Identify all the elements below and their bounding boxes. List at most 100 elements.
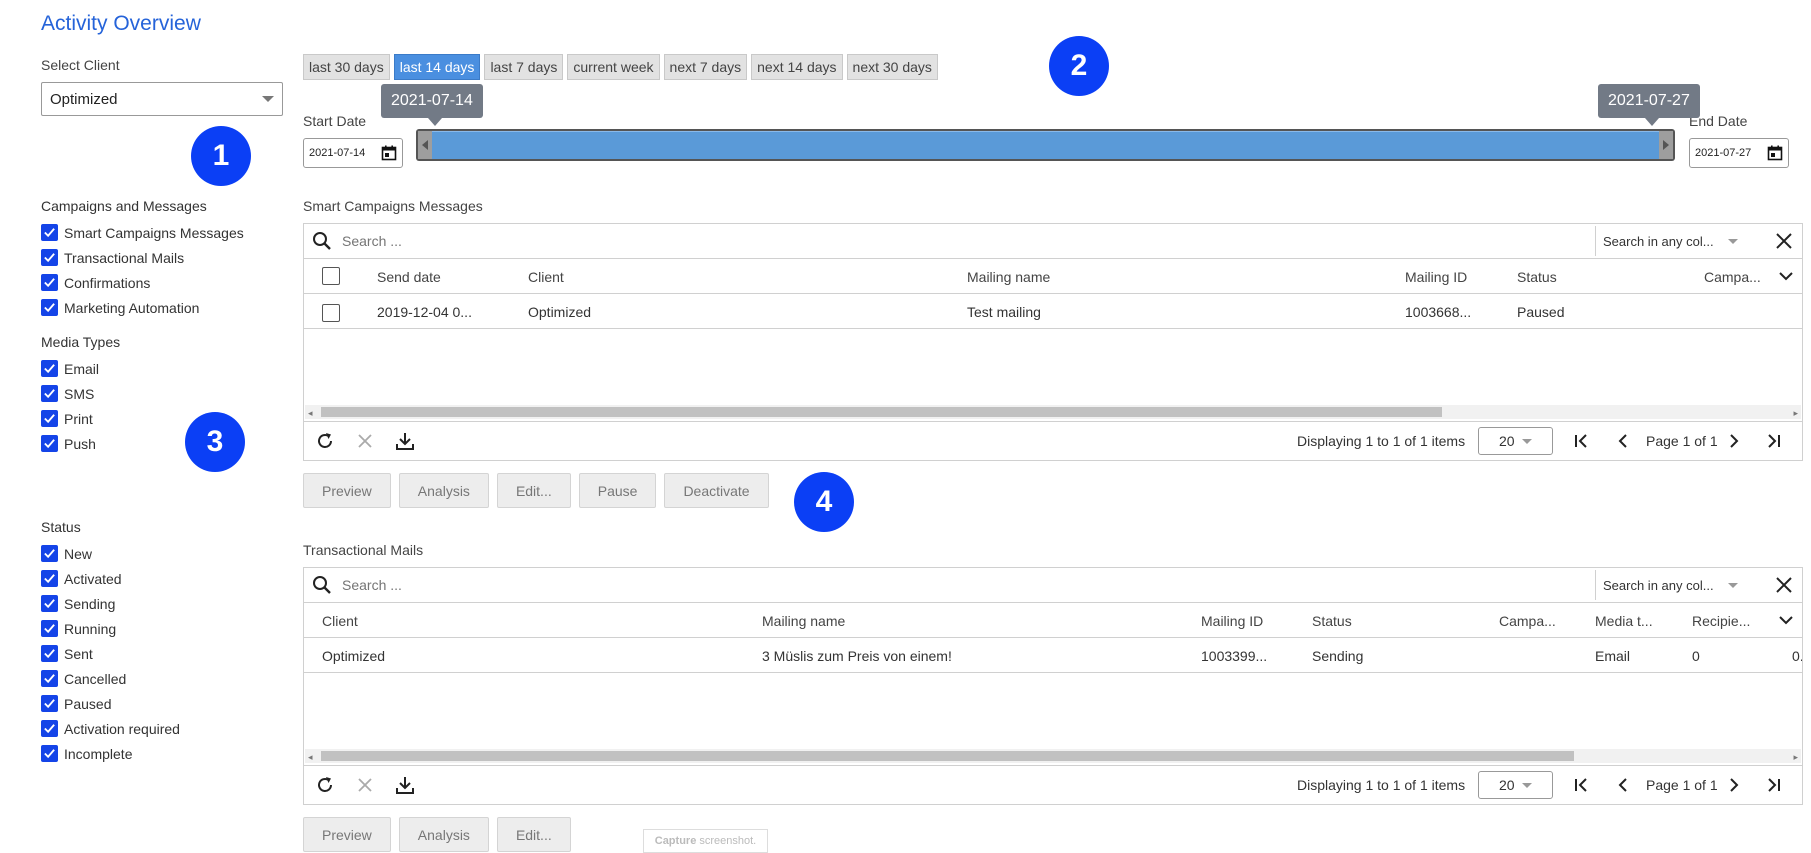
search-scope-select[interactable]: Search in any col... <box>1595 226 1760 256</box>
preview-button[interactable]: Preview <box>303 473 391 508</box>
checkbox-status-activation-required[interactable]: Activation required <box>41 716 180 741</box>
checkbox-status-incomplete[interactable]: Incomplete <box>41 741 180 766</box>
column-header[interactable]: Mailing ID <box>1405 269 1467 285</box>
range-current-week[interactable]: current week <box>567 54 660 80</box>
column-header[interactable]: Campa... <box>1499 613 1556 629</box>
analysis-button[interactable]: Analysis <box>398 473 489 508</box>
clear-icon[interactable] <box>354 430 376 452</box>
checkbox-status-cancelled[interactable]: Cancelled <box>41 666 180 691</box>
page-size-select[interactable]: 20 <box>1478 427 1553 455</box>
column-header[interactable]: Mailing ID <box>1201 613 1263 629</box>
next-page-icon[interactable] <box>1725 776 1743 794</box>
search-input[interactable] <box>340 576 1340 594</box>
range-next-7-days[interactable]: next 7 days <box>663 54 748 80</box>
previous-page-icon[interactable] <box>1614 432 1632 450</box>
close-icon[interactable] <box>1774 231 1794 251</box>
checkbox-status-running[interactable]: Running <box>41 616 180 641</box>
scroll-right-icon[interactable]: ▸ <box>1793 408 1798 419</box>
range-last-14-days[interactable]: last 14 days <box>393 54 481 80</box>
scrollbar-thumb[interactable] <box>321 751 1574 761</box>
checkbox-checked-icon <box>41 695 58 712</box>
checkbox-status-paused[interactable]: Paused <box>41 691 180 716</box>
page-size-select[interactable]: 20 <box>1478 771 1553 799</box>
smart-actions: Preview Analysis Edit... Pause Deactivat… <box>303 473 769 508</box>
cell-mailing-id: 1003399... <box>1201 648 1268 664</box>
calendar-icon[interactable] <box>381 145 397 161</box>
previous-page-icon[interactable] <box>1614 776 1632 794</box>
download-icon[interactable] <box>394 430 416 452</box>
chevron-down-icon <box>262 96 274 102</box>
scrollbar-thumb[interactable] <box>321 407 1442 417</box>
range-last-7-days[interactable]: last 7 days <box>484 54 564 80</box>
select-all-checkbox[interactable] <box>322 267 340 285</box>
column-header[interactable]: Mailing name <box>967 269 1050 285</box>
search-scope-value: Search in any col... <box>1603 233 1714 249</box>
table-row[interactable]: Optimized 3 Müslis zum Preis von einem! … <box>304 638 1802 673</box>
search-input[interactable] <box>340 232 1340 250</box>
scroll-left-icon[interactable]: ◂ <box>308 752 313 763</box>
start-date-input[interactable]: 2021-07-14 <box>303 138 403 168</box>
clear-icon[interactable] <box>354 774 376 796</box>
column-header[interactable]: Status <box>1517 269 1557 285</box>
column-header[interactable]: Mailing name <box>762 613 845 629</box>
close-icon[interactable] <box>1774 575 1794 595</box>
search-scope-select[interactable]: Search in any col... <box>1595 570 1760 600</box>
horizontal-scrollbar[interactable]: ◂ ▸ <box>305 749 1801 763</box>
column-header[interactable]: Client <box>322 613 358 629</box>
scroll-right-icon[interactable]: ▸ <box>1793 752 1798 763</box>
range-last-30-days[interactable]: last 30 days <box>303 54 390 80</box>
chevron-down-icon[interactable] <box>1778 613 1794 627</box>
step-badge-4: 4 <box>794 472 854 532</box>
scroll-left-icon[interactable]: ◂ <box>308 408 313 419</box>
client-select-value: Optimized <box>50 90 118 108</box>
table-row[interactable]: 2019-12-04 0... Optimized Test mailing 1… <box>304 294 1802 329</box>
column-header[interactable]: Client <box>528 269 564 285</box>
column-header[interactable]: Media t... <box>1595 613 1653 629</box>
edit-button[interactable]: Edit... <box>496 473 571 508</box>
last-page-icon[interactable] <box>1764 776 1782 794</box>
checkbox-email[interactable]: Email <box>41 356 99 381</box>
first-page-icon[interactable] <box>1573 432 1591 450</box>
checkbox-status-new[interactable]: New <box>41 541 180 566</box>
pause-button[interactable]: Pause <box>578 473 657 508</box>
checkbox-status-sent[interactable]: Sent <box>41 641 180 666</box>
checkbox-marketing-automation[interactable]: Marketing Automation <box>41 295 244 320</box>
row-checkbox[interactable] <box>322 304 340 322</box>
column-header[interactable]: Recipie... <box>1692 613 1750 629</box>
last-page-icon[interactable] <box>1764 432 1782 450</box>
checkbox-checked-icon <box>41 720 58 737</box>
preview-button[interactable]: Preview <box>303 817 391 852</box>
checkbox-print[interactable]: Print <box>41 406 99 431</box>
checkbox-push[interactable]: Push <box>41 431 99 456</box>
column-header[interactable]: Campa... <box>1704 269 1761 285</box>
checkbox-sms[interactable]: SMS <box>41 381 99 406</box>
column-header[interactable]: Status <box>1312 613 1352 629</box>
range-next-30-days[interactable]: next 30 days <box>846 54 938 80</box>
column-header[interactable]: Send date <box>377 269 441 285</box>
horizontal-scrollbar[interactable]: ◂ ▸ <box>305 405 1801 419</box>
checkbox-status-activated[interactable]: Activated <box>41 566 180 591</box>
checkbox-transactional-mails[interactable]: Transactional Mails <box>41 245 244 270</box>
deactivate-button[interactable]: Deactivate <box>664 473 769 508</box>
client-select[interactable]: Optimized <box>41 82 283 116</box>
next-page-icon[interactable] <box>1725 432 1743 450</box>
analysis-button[interactable]: Analysis <box>398 817 489 852</box>
edit-button[interactable]: Edit... <box>496 817 571 852</box>
cell-client: Optimized <box>322 648 386 664</box>
slider-start-handle[interactable] <box>418 131 432 159</box>
checkbox-confirmations[interactable]: Confirmations <box>41 270 244 295</box>
capture-rest-text: screenshot. <box>696 835 757 847</box>
calendar-icon[interactable] <box>1767 145 1783 161</box>
download-icon[interactable] <box>394 774 416 796</box>
smart-campaigns-grid: Search in any col... Send date Client Ma… <box>303 223 1803 461</box>
end-date-input[interactable]: 2021-07-27 <box>1689 138 1789 168</box>
first-page-icon[interactable] <box>1573 776 1591 794</box>
status-group-title: Status <box>41 519 81 535</box>
checkbox-status-sending[interactable]: Sending <box>41 591 180 616</box>
chevron-down-icon[interactable] <box>1778 269 1794 283</box>
range-next-14-days[interactable]: next 14 days <box>751 54 843 80</box>
slider-end-handle[interactable] <box>1659 131 1673 159</box>
checkbox-smart-campaigns[interactable]: Smart Campaigns Messages <box>41 220 244 245</box>
refresh-icon[interactable] <box>314 774 336 796</box>
refresh-icon[interactable] <box>314 430 336 452</box>
